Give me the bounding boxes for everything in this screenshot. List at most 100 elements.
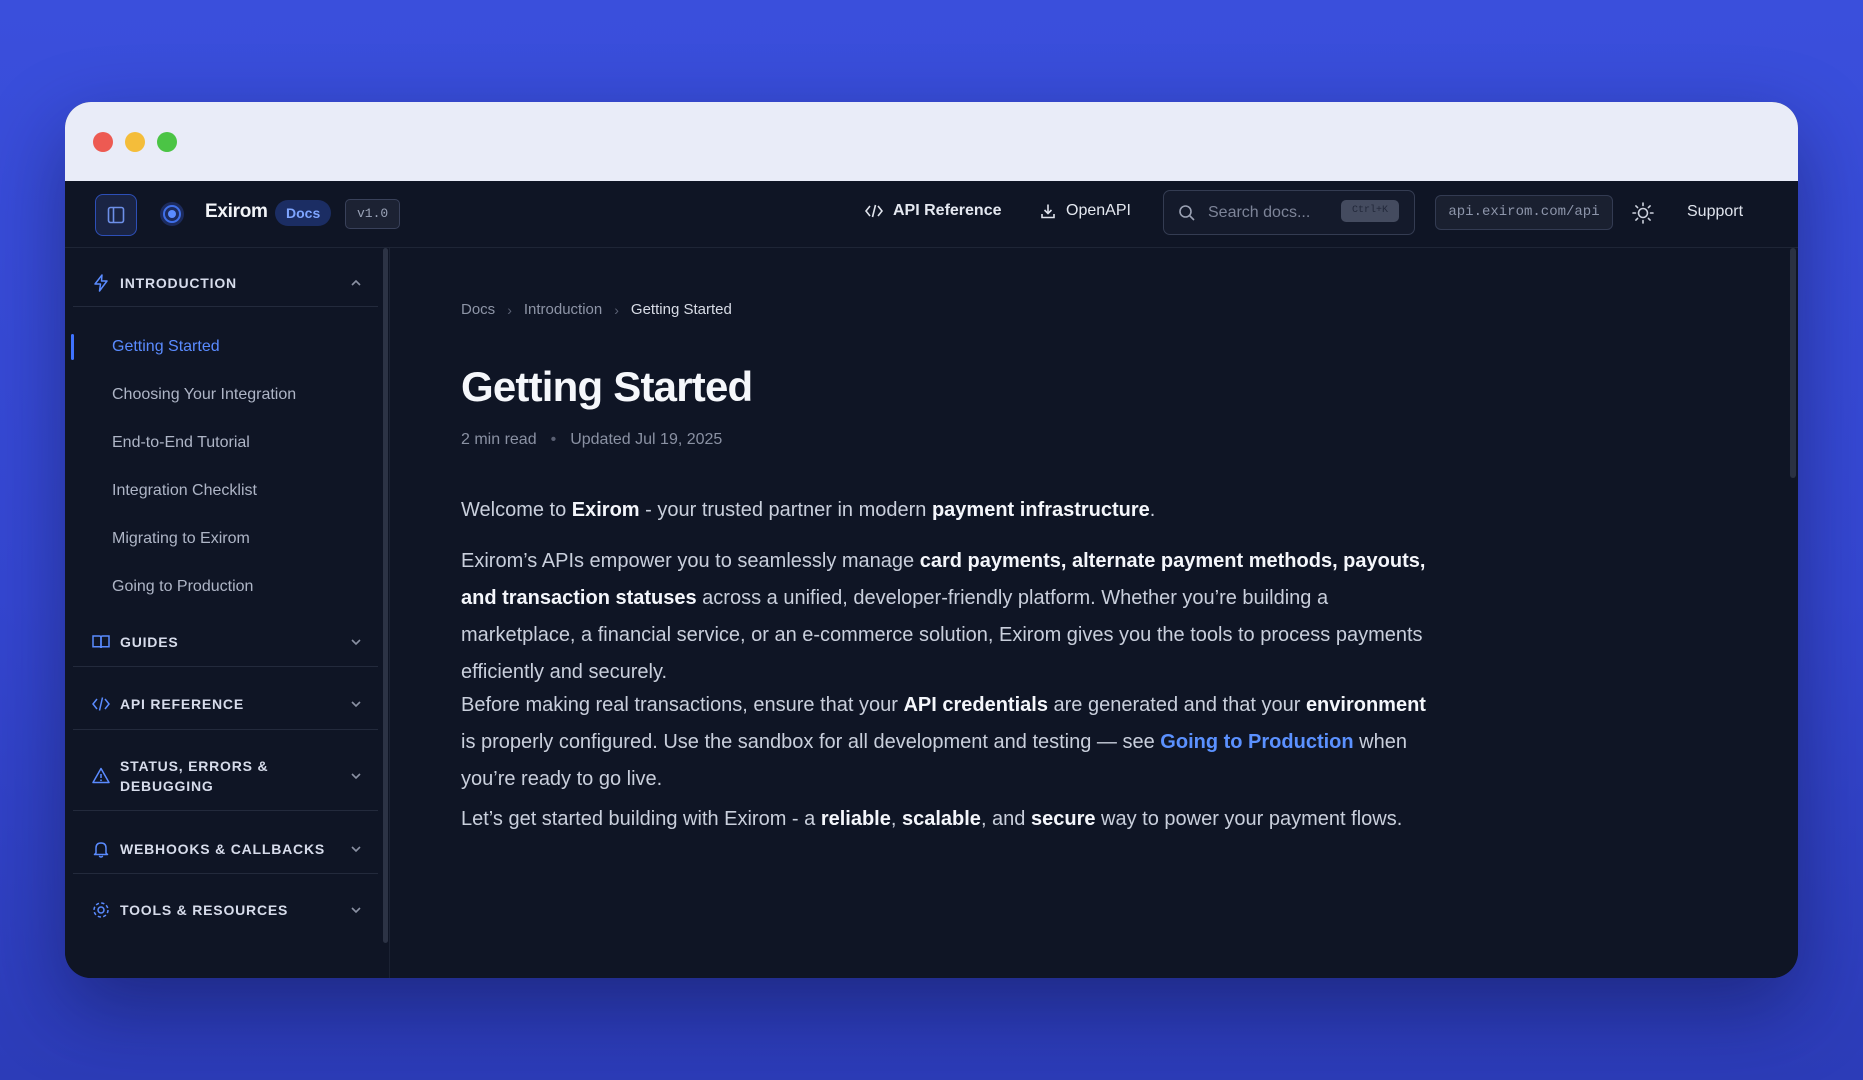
sidebar-section-introduction[interactable]: INTRODUCTION [73, 273, 378, 293]
going-to-production-link[interactable]: Going to Production [1160, 731, 1353, 753]
bold-text: reliable [820, 808, 891, 830]
sidebar-toggle-button[interactable] [95, 194, 137, 236]
chevron-down-icon [351, 773, 361, 780]
minimize-window-button[interactable] [125, 131, 145, 152]
text: , and [980, 808, 1031, 830]
bold-text: secure [1030, 808, 1096, 830]
sidebar-item-end-to-end-tutorial[interactable]: End-to-End Tutorial [112, 432, 250, 454]
maximize-window-button[interactable] [157, 131, 177, 152]
api-base-url-chip[interactable]: api.exirom.com/api [1435, 195, 1613, 230]
sidebar-section-label: INTRODUCTION [120, 275, 237, 291]
text: Welcome to [461, 499, 572, 521]
bold-text: Exirom [571, 499, 640, 521]
sidebar-section-api-reference[interactable]: API REFERENCE [73, 694, 378, 714]
sidebar-section-label: STATUS, ERRORS & [120, 758, 269, 774]
top-navbar: Exirom Docs v1.0 API Reference OpenAPI S… [65, 181, 1798, 248]
breadcrumb-current: Getting Started [630, 301, 732, 318]
chevron-right-icon: › [614, 301, 619, 318]
sidebar-section-label: API REFERENCE [120, 696, 244, 712]
text: Let’s get started building with Exirom -… [461, 808, 821, 830]
download-icon [1041, 204, 1055, 219]
active-item-indicator [71, 334, 74, 360]
bold-text: scalable [901, 808, 981, 830]
sidebar-divider [73, 810, 378, 811]
code-icon [865, 204, 883, 218]
closing-paragraph: Let’s get started building with Exirom -… [461, 801, 1441, 838]
breadcrumb-docs[interactable]: Docs [461, 301, 495, 318]
search-placeholder: Search docs... [1208, 203, 1311, 221]
search-shortcut-hint: Ctrl+K [1341, 200, 1399, 222]
updated-date: Updated Jul 19, 2025 [570, 431, 723, 448]
lightning-icon [94, 274, 108, 292]
warning-icon [92, 767, 110, 784]
bell-icon [93, 842, 109, 858]
page-meta: 2 min read • Updated Jul 19, 2025 [461, 431, 722, 449]
chevron-down-icon [351, 639, 361, 646]
docs-app: Exirom Docs v1.0 API Reference OpenAPI S… [65, 181, 1798, 978]
sidebar-section-label: WEBHOOKS & CALLBACKS [120, 841, 325, 857]
docs-badge: Docs [275, 200, 332, 226]
bold-text: API credentials [903, 694, 1048, 716]
credentials-paragraph: Before making real transactions, ensure … [461, 687, 1441, 798]
sidebar-section-label: GUIDES [120, 634, 179, 650]
bold-text: payment infrastructure [931, 499, 1150, 521]
page-title: Getting Started [461, 363, 753, 410]
code-icon [92, 697, 110, 711]
version-badge[interactable]: v1.0 [345, 199, 401, 229]
sidebar-nav: INTRODUCTION Getting Started Choosing Yo… [65, 248, 389, 978]
breadcrumb: Docs › Introduction › Getting Started [461, 301, 732, 318]
sidebar-divider [73, 729, 378, 730]
window-titlebar [65, 102, 1798, 181]
sidebar-section-tools[interactable]: TOOLS & RESOURCES [73, 900, 378, 920]
chevron-down-icon [351, 907, 361, 914]
book-icon [92, 635, 110, 649]
search-icon [1179, 204, 1195, 221]
sidebar-scrollbar[interactable] [383, 248, 388, 943]
sidebar-section-label: TOOLS & RESOURCES [120, 902, 289, 918]
brand-name[interactable]: Exirom [205, 201, 268, 223]
sidebar-section-webhooks[interactable]: WEBHOOKS & CALLBACKS [73, 839, 378, 859]
browser-window: Exirom Docs v1.0 API Reference OpenAPI S… [65, 102, 1798, 978]
sidebar-item-getting-started[interactable]: Getting Started [112, 336, 220, 358]
nav-openapi-label: OpenAPI [1066, 202, 1131, 219]
sidebar-divider [73, 666, 378, 667]
breadcrumb-introduction[interactable]: Introduction [524, 301, 602, 318]
nav-api-reference-label: API Reference [893, 202, 1002, 219]
nav-openapi[interactable]: OpenAPI [1040, 202, 1131, 220]
sidebar-border [389, 248, 390, 978]
chevron-down-icon [351, 846, 361, 853]
chevron-down-icon [351, 701, 361, 708]
brand-logo-icon[interactable] [159, 201, 185, 227]
text: - your trusted partner in modern [639, 499, 932, 521]
text: is properly configured. Use the sandbox … [461, 731, 1161, 753]
sun-icon[interactable] [1630, 200, 1656, 226]
sidebar-item-going-to-production[interactable]: Going to Production [112, 576, 253, 598]
close-window-button[interactable] [93, 131, 113, 152]
text: Exirom’s APIs empower you to seamlessly … [461, 550, 920, 572]
sidebar-divider [73, 873, 378, 874]
sidebar-item-migrating[interactable]: Migrating to Exirom [112, 528, 250, 550]
sidebar-item-choosing-integration[interactable]: Choosing Your Integration [112, 384, 296, 406]
sidebar-panel-icon [107, 206, 125, 224]
main-scrollbar[interactable] [1790, 248, 1796, 478]
search-input[interactable]: Search docs... Ctrl+K [1163, 190, 1415, 235]
apis-paragraph: Exirom’s APIs empower you to seamlessly … [461, 543, 1441, 691]
sidebar-item-integration-checklist[interactable]: Integration Checklist [112, 480, 257, 502]
sidebar-section-guides[interactable]: GUIDES [73, 632, 378, 652]
sidebar-section-label-line2: DEBUGGING [120, 778, 214, 794]
read-time: 2 min read [461, 431, 537, 448]
nav-api-reference[interactable]: API Reference [865, 202, 1002, 220]
sidebar-divider [73, 306, 378, 307]
gear-icon [93, 902, 109, 918]
chevron-up-icon [351, 279, 361, 286]
sidebar-section-status-errors[interactable]: STATUS, ERRORS & DEBUGGING [73, 756, 378, 796]
text: , [890, 808, 902, 830]
chevron-right-icon: › [507, 301, 512, 318]
support-link[interactable]: Support [1687, 203, 1743, 221]
text: . [1149, 499, 1156, 521]
meta-separator: • [550, 431, 557, 448]
bold-text: environment [1305, 694, 1426, 716]
text: Before making real transactions, ensure … [461, 694, 904, 716]
intro-paragraph: Welcome to Exirom - your trusted partner… [461, 492, 1441, 529]
text: are generated and that your [1047, 694, 1306, 716]
